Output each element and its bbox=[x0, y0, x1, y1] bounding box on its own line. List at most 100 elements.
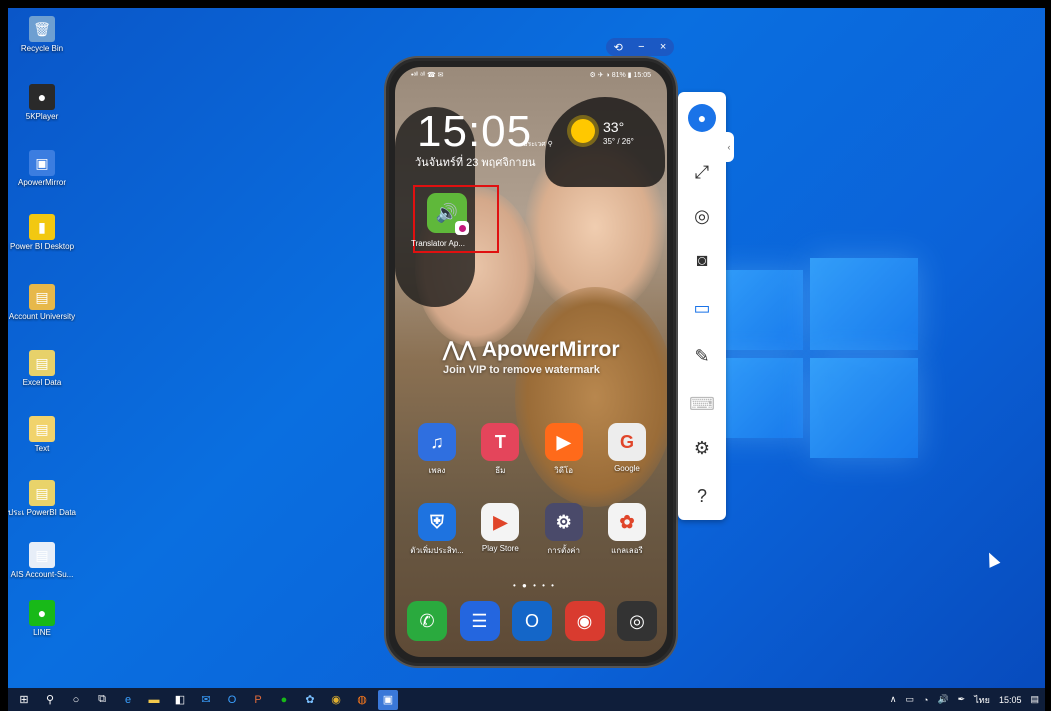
mirror-window-controls: ⟲ − × bbox=[606, 38, 674, 56]
whiteboard-icon[interactable]: ✎ bbox=[686, 340, 718, 372]
app-icon[interactable]: ♫ เพลง bbox=[407, 423, 467, 477]
search-icon[interactable]: ⚲ bbox=[40, 690, 60, 710]
edge-icon[interactable]: e bbox=[118, 690, 138, 710]
desktop-icon[interactable]: ▣ ApowerMirror bbox=[8, 150, 76, 188]
outlook-icon[interactable]: O bbox=[512, 601, 552, 641]
chevron-up-icon[interactable]: ∧ bbox=[890, 694, 897, 705]
apowermirror-logo-icon: ⋀⋀ bbox=[443, 339, 476, 361]
file-explorer-icon[interactable]: ▬ bbox=[144, 690, 164, 710]
desktop-icon[interactable]: ▤ ประเ PowerBI Data bbox=[8, 480, 76, 518]
line-icon[interactable]: ● bbox=[274, 690, 294, 710]
start-button[interactable]: ⊞ bbox=[14, 690, 34, 710]
app-label: แกลเลอรี bbox=[611, 546, 643, 555]
desktop-icon-label: Excel Data bbox=[22, 378, 62, 387]
keyboard-icon[interactable]: ⌨ bbox=[686, 388, 718, 420]
phone-screen[interactable]: •ᵃˡˡ ᵃˡˡ ☎ ✉ ⚙ ✈ ◑ 81% ▮ 15:05 15:05 ประ… bbox=[395, 67, 667, 657]
mail-icon[interactable]: ✉ bbox=[196, 690, 216, 710]
desktop-icon-glyph: ▤ bbox=[29, 350, 55, 376]
dock: ✆ ☰ O ◉ ◎ bbox=[407, 601, 657, 641]
desktop-icon-label: AIS Account-Su... bbox=[10, 570, 74, 579]
watermark-sub: Join VIP to remove watermark bbox=[443, 364, 600, 376]
app-label: Google bbox=[614, 464, 640, 473]
firefox-icon[interactable]: ◍ bbox=[352, 690, 372, 710]
status-right: ⚙ ✈ ◑ 81% ▮ 15:05 bbox=[589, 72, 651, 79]
desktop-icon-glyph: ▤ bbox=[29, 480, 55, 506]
task-view-icon[interactable]: ⧉ bbox=[92, 690, 112, 710]
app-tile-icon: ⚙ bbox=[544, 503, 583, 541]
notification-icon[interactable]: ▤ bbox=[1030, 694, 1039, 705]
mirror-side-toolbar: ● ⤢ ◎ ◙ ▭ ✎ ⌨ ⚙? bbox=[678, 92, 726, 520]
pen-icon[interactable]: ✒ bbox=[958, 694, 966, 705]
desktop-icon-glyph: ▤ bbox=[29, 542, 55, 568]
desktop-icon[interactable]: ▤ Account University bbox=[8, 284, 76, 322]
cortana-icon[interactable]: ○ bbox=[66, 690, 86, 710]
system-tray: ∧ ▭ ◔ 🔊 ✒ ไทย 15:05 ▤ bbox=[890, 693, 1039, 707]
app-icon[interactable]: ⚙ การตั้งค่า bbox=[534, 503, 594, 557]
page-indicator: • ● • • • bbox=[513, 581, 556, 590]
chrome-icon[interactable]: ◉ bbox=[564, 601, 605, 641]
photos-icon[interactable]: ✿ bbox=[300, 690, 320, 710]
toolbar-collapse-handle[interactable]: ‹ bbox=[724, 132, 734, 162]
app-icon[interactable]: ✿ แกลเลอรี bbox=[597, 503, 657, 557]
phone-mirror: •ᵃˡˡ ᵃˡˡ ☎ ✉ ⚙ ✈ ◑ 81% ▮ 15:05 15:05 ประ… bbox=[386, 58, 676, 666]
app-row-1: ♫ เพลง T ธีม ▶ วิดีโอ G Google bbox=[407, 423, 657, 477]
app-icon[interactable]: ▶ วิดีโอ bbox=[534, 423, 594, 477]
desktop-icon[interactable]: ▤ Text bbox=[8, 416, 76, 454]
app-icon[interactable]: ⛨ ตัวเพิ่มประสิท... bbox=[407, 503, 467, 557]
screenshot-icon[interactable]: ◎ bbox=[686, 200, 718, 232]
store-icon[interactable]: ◧ bbox=[170, 690, 190, 710]
desktop-icon[interactable]: ▤ Excel Data bbox=[8, 350, 76, 388]
apowermirror-taskbar-icon[interactable]: ▣ bbox=[378, 689, 398, 710]
desktop-icon[interactable]: ● 5KPlayer bbox=[8, 84, 76, 122]
desktop-icon-label: Recycle Bin bbox=[20, 44, 64, 53]
record-icon[interactable]: ◙ bbox=[686, 244, 718, 276]
cast-icon[interactable]: ▭ bbox=[686, 292, 718, 324]
app-row-2: ⛨ ตัวเพิ่มประสิท... ▶ Play Store ⚙ การตั้งค่า… bbox=[407, 503, 657, 557]
desktop-icon-label: ประเ PowerBI Data bbox=[8, 508, 76, 517]
network-icon[interactable]: ▭ bbox=[906, 694, 915, 705]
app-tile-icon: ✿ bbox=[607, 503, 646, 541]
desktop-icon[interactable]: 🗑 Recycle Bin bbox=[8, 16, 76, 54]
desktop-icon[interactable]: ● LINE bbox=[8, 600, 76, 638]
desktop-icon-label: Text bbox=[34, 444, 50, 453]
language-indicator[interactable]: ไทย bbox=[974, 693, 990, 707]
app-tile-icon: G bbox=[607, 423, 646, 461]
app-icon[interactable]: ▶ Play Store bbox=[470, 503, 530, 557]
pin-icon[interactable]: ⟲ bbox=[614, 41, 623, 54]
app-tile-icon: ▶ bbox=[481, 503, 520, 541]
desktop-icon[interactable]: ▮ Power BI Desktop bbox=[8, 214, 76, 252]
app-icon[interactable]: T ธีม bbox=[470, 423, 530, 477]
lock-clock: 15:05 bbox=[417, 107, 533, 156]
app-label: เพลง bbox=[428, 466, 446, 475]
settings-icon[interactable]: ⚙ bbox=[686, 432, 718, 464]
close-button[interactable]: × bbox=[660, 41, 666, 53]
wifi-icon[interactable]: ◔ bbox=[923, 695, 928, 705]
fullscreen-icon[interactable]: ⤢ bbox=[686, 156, 718, 188]
help-icon[interactable]: ? bbox=[686, 480, 718, 512]
weather-temp: 33° bbox=[603, 119, 625, 135]
outlook-icon[interactable]: O bbox=[222, 690, 242, 710]
chrome-icon[interactable]: ◉ bbox=[326, 690, 346, 710]
app-label: ตัวเพิ่มประสิท... bbox=[410, 546, 464, 555]
desktop-icon-glyph: ▤ bbox=[29, 416, 55, 442]
location-label: ประเวศ ⚲ bbox=[523, 141, 553, 148]
volume-icon[interactable]: 🔊 bbox=[937, 694, 948, 705]
watermark-brand: ApowerMirror bbox=[481, 337, 620, 361]
app-tile-icon: T bbox=[481, 423, 520, 461]
translator-app-highlight[interactable]: 🔊 Translator Ap... bbox=[411, 185, 499, 253]
desktop-icon[interactable]: ▤ AIS Account-Su... bbox=[8, 542, 76, 580]
powerpoint-icon[interactable]: P bbox=[248, 690, 268, 710]
app-icon[interactable]: G Google bbox=[597, 423, 657, 477]
desktop-icon-label: LINE bbox=[33, 628, 51, 637]
camera-icon[interactable]: ◎ bbox=[617, 601, 657, 641]
messages-icon[interactable]: ☰ bbox=[459, 601, 500, 641]
avatar-icon[interactable]: ● bbox=[688, 104, 716, 132]
phone-icon[interactable]: ✆ bbox=[407, 601, 447, 641]
app-label: การตั้งค่า bbox=[547, 546, 580, 555]
taskbar-clock[interactable]: 15:05 bbox=[999, 695, 1022, 705]
minimize-button[interactable]: − bbox=[638, 41, 644, 53]
app-tile-icon: ▶ bbox=[544, 423, 583, 461]
desktop-icon-glyph: ● bbox=[29, 600, 55, 626]
app-tile-icon: ♫ bbox=[418, 423, 456, 461]
desktop-icon-glyph: ▤ bbox=[29, 284, 55, 310]
